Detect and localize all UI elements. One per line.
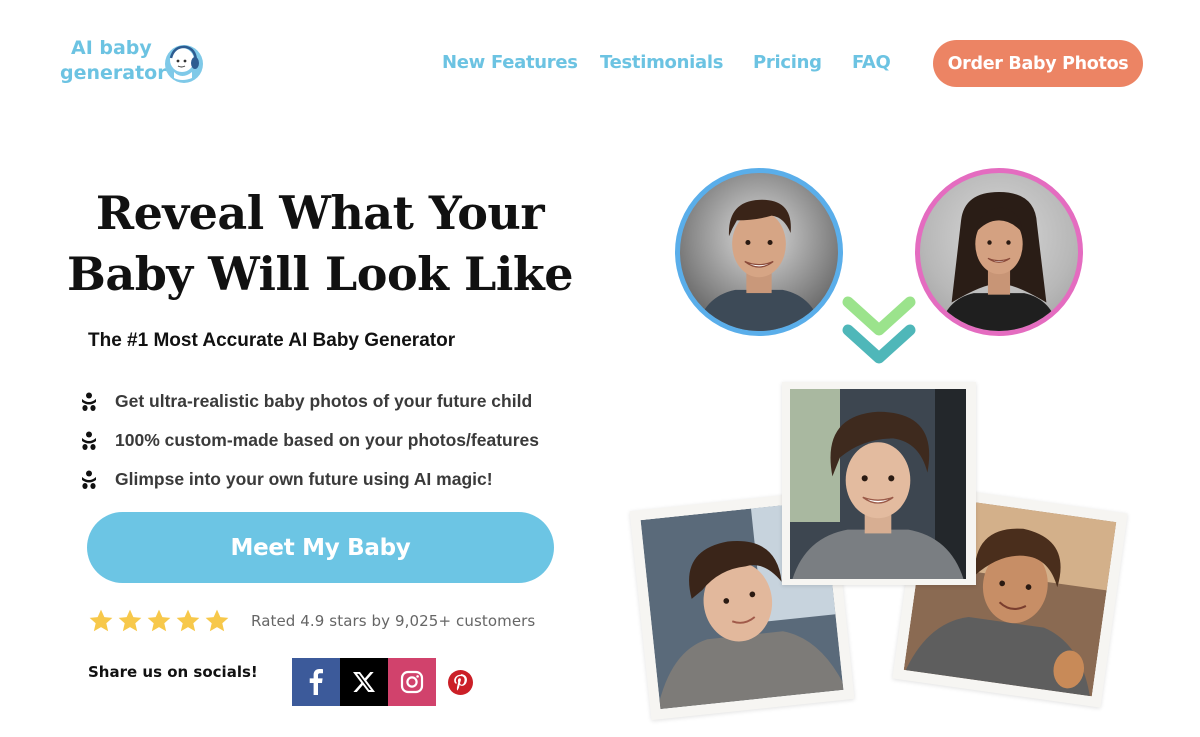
- share-pinterest-button[interactable]: [436, 658, 484, 706]
- baby-icon: [82, 392, 96, 411]
- father-portrait: [695, 199, 823, 331]
- feature-item: Glimpse into your own future using AI ma…: [80, 460, 539, 499]
- nav-pricing[interactable]: Pricing: [753, 52, 822, 73]
- feature-item: Get ultra-realistic baby photos of your …: [80, 382, 539, 421]
- feature-text: 100% custom-made based on your photos/fe…: [115, 430, 539, 450]
- share-label: Share us on socials!: [88, 663, 258, 681]
- mother-portrait: [938, 191, 1060, 331]
- mother-photo: [915, 168, 1083, 336]
- star-rating: [88, 608, 230, 634]
- x-icon: [353, 672, 375, 692]
- nav-new-features[interactable]: New Features: [442, 52, 578, 73]
- logo-text: AI baby generator: [58, 36, 167, 86]
- meet-my-baby-button[interactable]: Meet My Baby: [87, 512, 554, 583]
- nav-faq[interactable]: FAQ: [852, 52, 891, 73]
- headline-line-1: Reveal What Your: [95, 186, 545, 240]
- feature-text: Glimpse into your own future using AI ma…: [115, 469, 493, 489]
- star-icon: [89, 609, 113, 632]
- feature-list: Get ultra-realistic baby photos of your …: [80, 382, 539, 499]
- baby-headphones-icon: [165, 45, 203, 83]
- subheadline: The #1 Most Accurate AI Baby Generator: [88, 330, 456, 351]
- star-icon: [147, 609, 171, 632]
- baby-icon: [82, 470, 96, 489]
- headline-line-2: Baby Will Look Like: [67, 247, 573, 301]
- order-baby-photos-button[interactable]: Order Baby Photos: [933, 40, 1143, 87]
- pinterest-icon: [447, 669, 473, 695]
- star-icon: [118, 609, 142, 632]
- father-photo: [675, 168, 843, 336]
- star-icon: [176, 609, 200, 632]
- logo-line-1: AI baby: [71, 37, 152, 59]
- share-facebook-button[interactable]: [292, 658, 340, 706]
- nav-testimonials[interactable]: Testimonials: [600, 52, 723, 73]
- child-portrait: [790, 389, 966, 579]
- share-instagram-button[interactable]: [388, 658, 436, 706]
- star-icon: [205, 609, 229, 632]
- feature-item: 100% custom-made based on your photos/fe…: [80, 421, 539, 460]
- child-photo-center: [782, 382, 976, 585]
- instagram-icon: [400, 670, 424, 694]
- social-share-buttons: [292, 658, 484, 706]
- baby-icon: [82, 431, 96, 450]
- rating-text: Rated 4.9 stars by 9,025+ customers: [251, 612, 536, 630]
- share-x-button[interactable]: [340, 658, 388, 706]
- double-chevron-down-icon: [842, 296, 916, 364]
- logo[interactable]: AI baby generator: [58, 36, 208, 92]
- logo-line-2: generator: [60, 62, 167, 84]
- facebook-icon: [309, 669, 323, 695]
- feature-text: Get ultra-realistic baby photos of your …: [115, 391, 533, 411]
- page-title: Reveal What Your Baby Will Look Like: [60, 183, 580, 305]
